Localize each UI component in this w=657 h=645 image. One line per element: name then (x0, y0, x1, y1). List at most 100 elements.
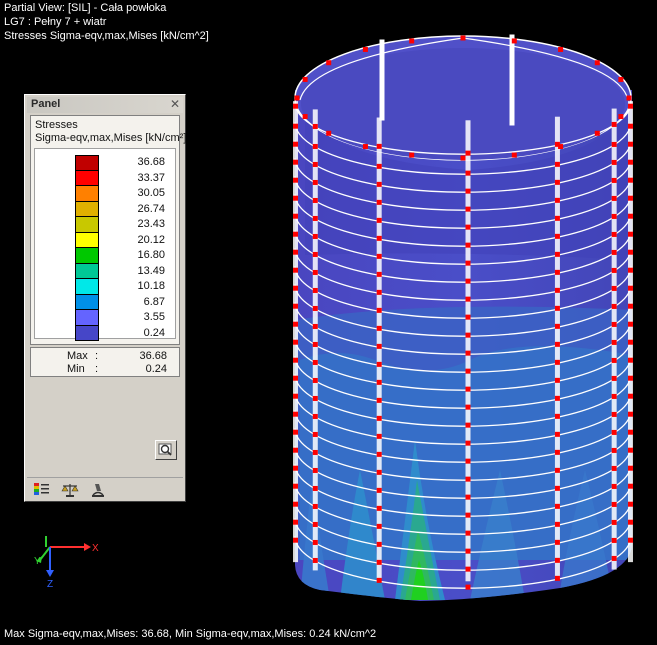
node-marker (554, 323, 560, 329)
legend-value: 33.37 (137, 171, 165, 184)
node-marker (376, 307, 382, 313)
node-marker (376, 325, 382, 331)
legend-subtitle: Sigma-eqv,max,Mises [kN/cm²] (35, 132, 187, 144)
node-marker (312, 179, 318, 185)
panel-titlebar[interactable]: Panel ✕ (27, 97, 183, 113)
node-marker (558, 144, 564, 150)
legend-title: Stresses (35, 119, 78, 131)
node-marker (627, 103, 633, 109)
min-max-box: Max : 36.68 Min : 0.24 (30, 347, 180, 377)
microscope-icon[interactable] (89, 482, 107, 498)
node-marker (627, 285, 633, 291)
node-marker (376, 487, 382, 493)
node-marker (460, 35, 466, 41)
stiffener (312, 109, 318, 571)
legend-swatch (75, 155, 99, 171)
node-marker (302, 76, 308, 82)
node-marker (376, 451, 382, 457)
node-marker (465, 368, 471, 374)
node-marker (312, 467, 318, 473)
node-marker (611, 375, 617, 381)
color-scale-icon[interactable] (33, 482, 51, 498)
node-marker (293, 103, 299, 109)
zoom-button[interactable] (155, 440, 177, 460)
node-marker (554, 305, 560, 311)
node-marker (611, 267, 617, 273)
axis-x-label: X (92, 543, 99, 554)
node-marker (293, 411, 299, 417)
node-marker (293, 501, 299, 507)
node-marker (293, 285, 299, 291)
node-marker (465, 584, 471, 590)
node-marker (376, 217, 382, 223)
node-marker (312, 485, 318, 491)
color-legend: Stresses Sigma-eqv,max,Mises [kN/cm²] 36… (30, 115, 186, 345)
node-marker (312, 449, 318, 455)
node-marker (302, 114, 308, 120)
legend-swatch (75, 201, 99, 217)
node-marker (293, 519, 299, 525)
node-marker (312, 233, 318, 239)
node-marker (465, 458, 471, 464)
node-marker (465, 530, 471, 536)
legend-swatch (75, 263, 99, 279)
node-marker (554, 539, 560, 545)
node-marker (326, 130, 332, 136)
stiffener-back (379, 39, 385, 121)
node-marker (376, 541, 382, 547)
node-marker (294, 95, 300, 101)
node-marker (312, 143, 318, 149)
node-marker (554, 269, 560, 275)
node-marker (511, 152, 517, 158)
node-marker (627, 267, 633, 273)
node-marker (594, 130, 600, 136)
node-marker (627, 123, 633, 129)
legend-value: 10.18 (137, 280, 165, 292)
node-marker (312, 431, 318, 437)
node-marker (293, 195, 299, 201)
node-marker (312, 269, 318, 275)
node-marker (293, 339, 299, 345)
node-marker (627, 195, 633, 201)
close-icon[interactable]: ✕ (170, 97, 180, 111)
node-marker (376, 143, 382, 149)
node-marker (511, 38, 517, 44)
legend-value: 20.12 (137, 233, 165, 246)
node-marker (293, 447, 299, 453)
legend-value: 30.05 (137, 187, 165, 199)
node-marker (554, 413, 560, 419)
node-marker (293, 249, 299, 255)
node-marker (376, 199, 382, 205)
node-marker (554, 197, 560, 203)
node-marker (465, 386, 471, 392)
node-marker (312, 251, 318, 257)
node-marker (611, 121, 617, 127)
legend-panel[interactable]: Panel ✕ Stresses Sigma-eqv,max,Mises [kN… (24, 94, 186, 502)
node-marker (554, 215, 560, 221)
node-marker (312, 323, 318, 329)
node-marker (554, 251, 560, 257)
node-marker (312, 503, 318, 509)
node-marker (465, 494, 471, 500)
node-marker (312, 413, 318, 419)
node-marker (362, 46, 368, 52)
legend-swatch (75, 186, 99, 202)
node-marker (312, 341, 318, 347)
node-marker (293, 429, 299, 435)
node-marker (627, 249, 633, 255)
node-marker (376, 235, 382, 241)
node-marker (376, 343, 382, 349)
node-marker (293, 465, 299, 471)
node-marker (611, 429, 617, 435)
node-marker (554, 341, 560, 347)
node-marker (465, 422, 471, 428)
node-marker (594, 60, 600, 66)
node-marker (362, 144, 368, 150)
node-marker (465, 566, 471, 572)
legend-value: 16.80 (137, 249, 165, 261)
balance-icon[interactable] (61, 482, 79, 498)
node-marker (376, 181, 382, 187)
node-marker (554, 359, 560, 365)
node-marker (465, 206, 471, 212)
node-marker (554, 575, 560, 581)
